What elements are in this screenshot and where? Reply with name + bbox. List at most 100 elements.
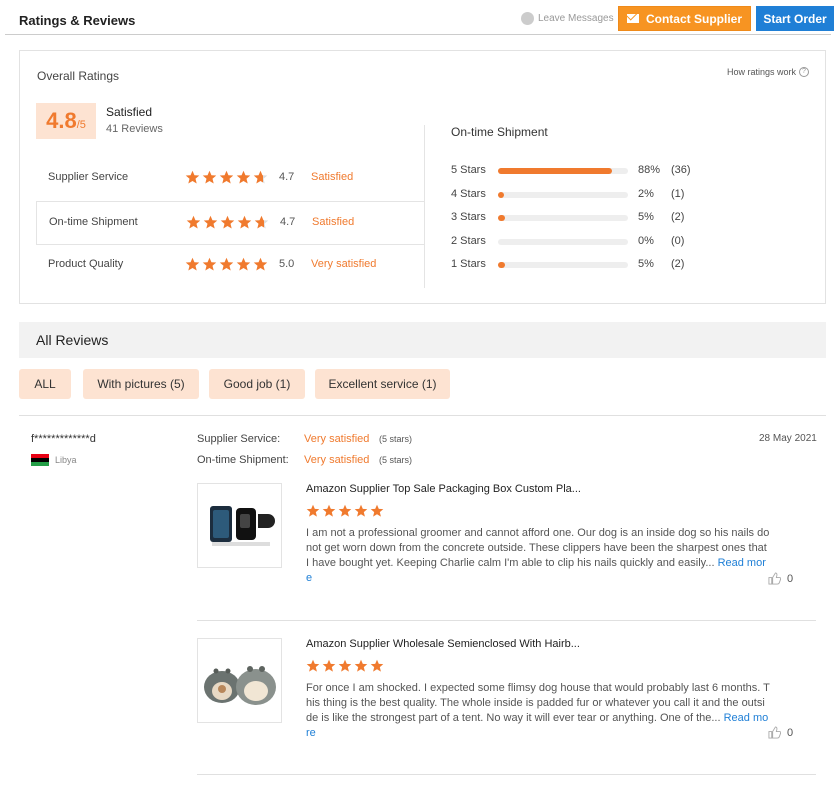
- grooming-clippers-image: [210, 506, 275, 546]
- star-icon: [254, 215, 269, 230]
- star-icon: [202, 170, 217, 185]
- distribution-row: 2 Stars 0% (0): [451, 235, 711, 249]
- product-rating-stars: [306, 659, 384, 673]
- star-icon: [185, 257, 200, 272]
- like-count: 0: [787, 572, 794, 585]
- like-button[interactable]: 0: [768, 572, 793, 585]
- star-icon: [202, 257, 217, 272]
- review-meta-label: Supplier Service:: [197, 433, 281, 445]
- star-icon: [322, 504, 336, 518]
- distribution-bar-fill: [498, 168, 612, 174]
- rating-word: Very satisfied: [311, 258, 377, 270]
- review-on-time-shipment: On-time Shipment: Very satisfied (5 star…: [197, 454, 412, 466]
- overall-ratings-panel: Overall Ratings How ratings work ? 4.8 /…: [19, 50, 826, 304]
- rating-row-product-quality: Product Quality 5.0 Very satisfied: [36, 244, 425, 288]
- overall-ratings-label: Overall Ratings: [37, 69, 120, 83]
- star-icon: [203, 215, 218, 230]
- libya-flag-icon: [31, 454, 49, 466]
- rating-row-on-time-shipment[interactable]: On-time Shipment 4.7 Satisfied: [36, 201, 425, 245]
- distribution-percent: 2%: [638, 187, 654, 200]
- review-meta-value: Very satisfied: [304, 433, 370, 445]
- filter-chip-good-job[interactable]: Good job (1): [209, 369, 305, 399]
- product-rating-stars: [306, 504, 384, 518]
- product-thumbnail[interactable]: [197, 483, 282, 568]
- distribution-count: (1): [671, 187, 685, 200]
- contact-supplier-label: Contact Supplier: [645, 11, 742, 26]
- overall-score-denominator: /5: [76, 119, 86, 131]
- rating-row-supplier-service: Supplier Service 4.7 Satisfied: [36, 157, 425, 201]
- star-icon: [354, 659, 368, 673]
- stars-label: 4 Stars: [451, 187, 486, 200]
- envelope-icon: [626, 14, 639, 23]
- stars-label: 1 Stars: [451, 258, 486, 270]
- country-label: Libya: [55, 455, 77, 465]
- section-title: Ratings & Reviews: [19, 13, 136, 28]
- distribution-bar: [498, 191, 628, 198]
- rating-score: 4.7: [280, 216, 296, 228]
- shipment-distribution-title: On-time Shipment: [451, 125, 548, 139]
- overall-score-badge: 4.8 /5: [36, 103, 96, 139]
- rating-stars: [185, 170, 268, 185]
- star-icon: [220, 215, 235, 230]
- rating-label: Supplier Service: [48, 171, 129, 183]
- star-icon: [185, 170, 200, 185]
- filter-chip-all[interactable]: ALL: [19, 369, 71, 399]
- contact-supplier-button[interactable]: Contact Supplier: [618, 6, 751, 31]
- stars-label: 5 Stars: [451, 164, 486, 176]
- overall-satisfaction: Satisfied: [106, 105, 153, 119]
- thumbs-up-icon: [768, 572, 781, 585]
- reviews-count: 41 Reviews: [106, 123, 163, 135]
- thumbs-up-icon: [768, 726, 781, 739]
- distribution-percent: 5%: [638, 211, 654, 223]
- start-order-button[interactable]: Start Order: [756, 6, 834, 31]
- product-thumbnail[interactable]: [197, 638, 282, 723]
- review-date: 28 May 2021: [759, 433, 817, 444]
- item-divider: [197, 620, 816, 621]
- distribution-bar-fill: [498, 215, 505, 221]
- star-icon: [219, 170, 234, 185]
- review-text: I am not a professional groomer and cann…: [306, 526, 770, 586]
- help-icon: ?: [799, 67, 809, 77]
- distribution-row: 3 Stars 5% (2): [451, 211, 711, 225]
- how-ratings-work-link[interactable]: How ratings work ?: [727, 67, 809, 77]
- panel-divider: [424, 125, 425, 288]
- star-icon: [370, 504, 384, 518]
- product-title[interactable]: Amazon Supplier Top Sale Packaging Box C…: [306, 483, 581, 495]
- reviews-divider: [19, 415, 826, 416]
- overall-score: 4.8: [46, 108, 77, 133]
- leave-messages-link[interactable]: Leave Messages: [521, 12, 614, 25]
- distribution-bar: [498, 168, 628, 174]
- page-header: Ratings & Reviews Leave Messages Contact…: [0, 0, 836, 36]
- rating-score: 5.0: [279, 258, 295, 270]
- review-meta-label: On-time Shipment:: [197, 454, 289, 466]
- product-title[interactable]: Amazon Supplier Wholesale Semienclosed W…: [306, 638, 580, 650]
- distribution-bar-fill: [498, 191, 504, 198]
- stars-label: 2 Stars: [451, 234, 486, 247]
- star-icon: [253, 170, 268, 185]
- distribution-bar: [498, 215, 628, 221]
- star-icon: [253, 257, 268, 272]
- review-meta-value: Very satisfied: [304, 454, 370, 466]
- like-count: 0: [787, 726, 794, 739]
- item-divider: [197, 774, 816, 775]
- filter-chip-with-pictures[interactable]: With pictures (5): [83, 369, 199, 399]
- star-icon: [370, 659, 384, 673]
- star-icon: [322, 659, 336, 673]
- star-icon: [236, 170, 251, 185]
- filter-chip-excellent-service[interactable]: Excellent service (1): [315, 369, 450, 399]
- reviewer-country: Libya: [31, 454, 77, 466]
- distribution-count: (36): [671, 164, 691, 176]
- star-icon: [236, 257, 251, 272]
- distribution-bar: [498, 262, 628, 268]
- distribution-percent: 88%: [638, 164, 661, 176]
- star-icon: [338, 659, 352, 673]
- stars-label: 3 Stars: [451, 211, 486, 223]
- like-button[interactable]: 0: [768, 726, 793, 739]
- distribution-percent: 0%: [638, 234, 654, 247]
- review-body: I am not a professional groomer and cann…: [306, 527, 770, 569]
- review-text: For once I am shocked. I expected some f…: [306, 681, 770, 741]
- rating-score: 4.7: [279, 171, 295, 183]
- review-supplier-service: Supplier Service: Very satisfied (5 star…: [197, 433, 412, 445]
- all-reviews-header: All Reviews: [19, 322, 826, 358]
- review-meta-stars: (5 stars): [379, 434, 413, 444]
